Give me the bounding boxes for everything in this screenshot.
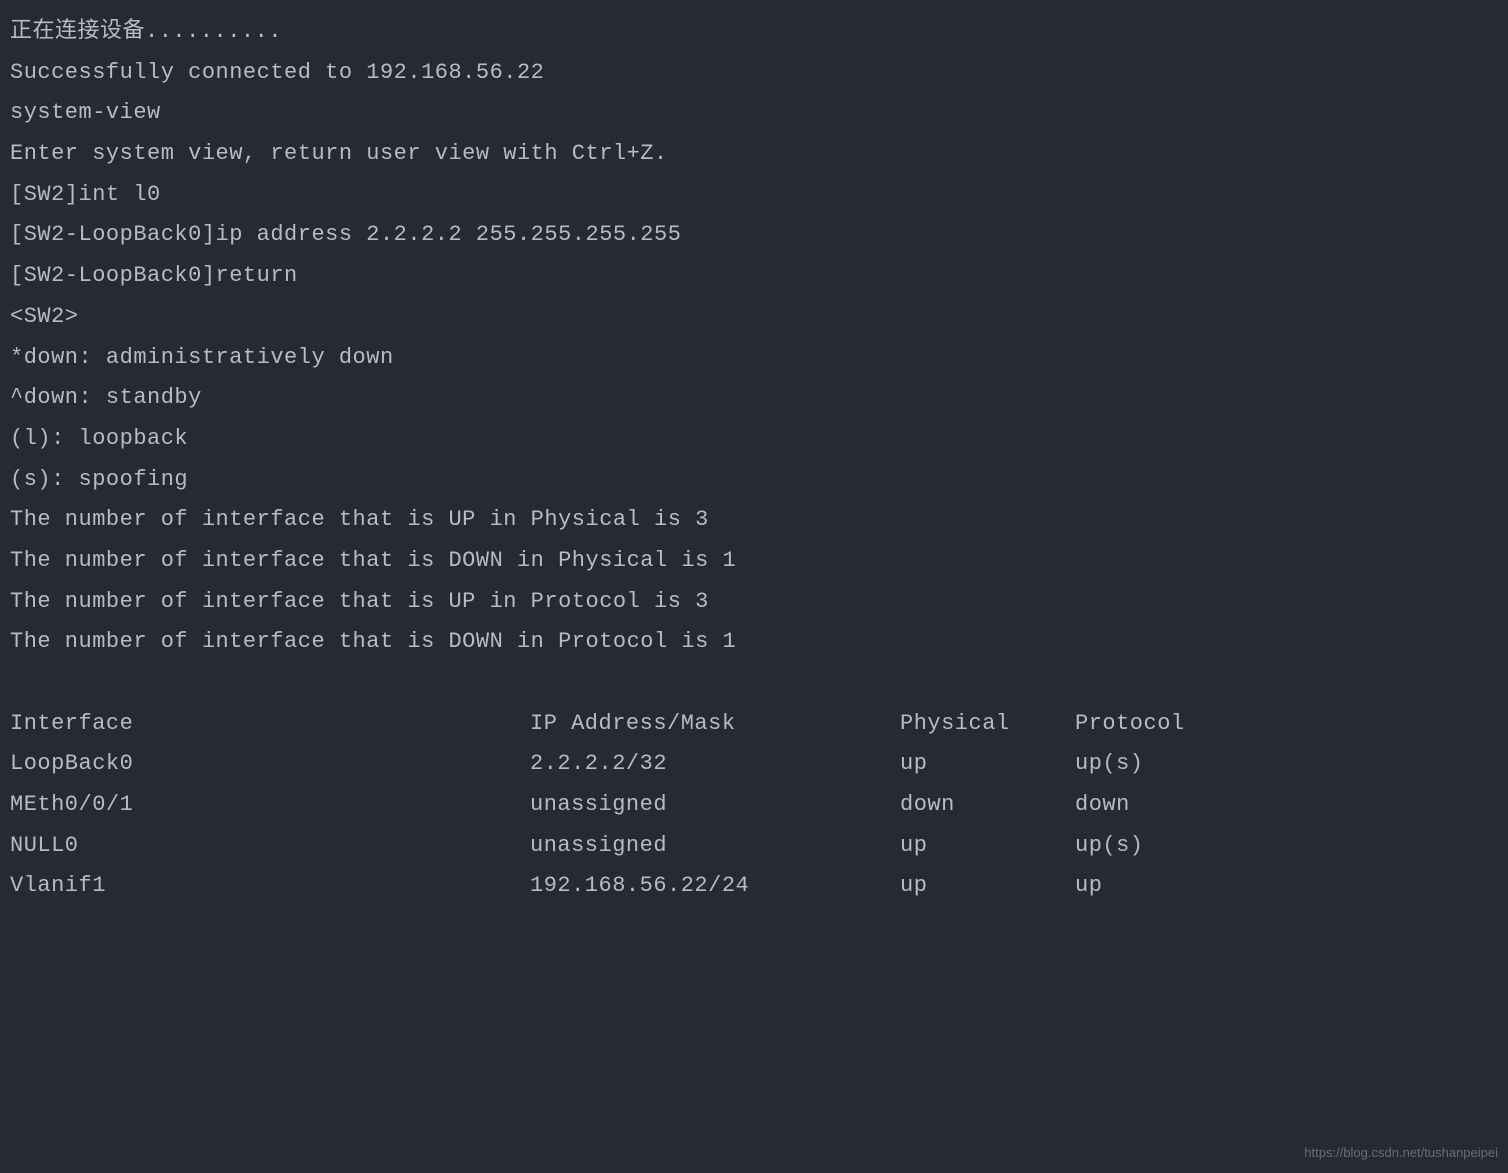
- system-view-line: system-view: [10, 93, 1498, 134]
- row-protocol: up(s): [1075, 744, 1498, 785]
- return-line: [SW2-LoopBack0]return: [10, 256, 1498, 297]
- blank-line: [10, 663, 1498, 704]
- header-protocol: Protocol: [1075, 704, 1498, 745]
- row-physical: up: [900, 826, 1075, 867]
- up-protocol-line: The number of interface that is UP in Pr…: [10, 582, 1498, 623]
- row-ip: unassigned: [530, 785, 900, 826]
- row-ip: unassigned: [530, 826, 900, 867]
- connecting-line: 正在连接设备..........: [10, 12, 1498, 53]
- header-interface: Interface: [10, 704, 530, 745]
- table-row: NULL0 unassigned up up(s): [10, 826, 1498, 867]
- standby-line: ^down: standby: [10, 378, 1498, 419]
- loopback-line: (l): loopback: [10, 419, 1498, 460]
- header-ip: IP Address/Mask: [530, 704, 900, 745]
- row-interface: MEth0/0/1: [10, 785, 530, 826]
- prompt-line: <SW2>: [10, 297, 1498, 338]
- row-physical: up: [900, 866, 1075, 907]
- row-ip: 192.168.56.22/24: [530, 866, 900, 907]
- connected-line: Successfully connected to 192.168.56.22: [10, 53, 1498, 94]
- up-physical-line: The number of interface that is UP in Ph…: [10, 500, 1498, 541]
- row-protocol: up: [1075, 866, 1498, 907]
- table-header: Interface IP Address/Mask Physical Proto…: [10, 704, 1498, 745]
- row-physical: down: [900, 785, 1075, 826]
- row-interface: LoopBack0: [10, 744, 530, 785]
- table-row: MEth0/0/1 unassigned down down: [10, 785, 1498, 826]
- watermark: https://blog.csdn.net/tushanpeipei: [1304, 1141, 1498, 1165]
- spoofing-line: (s): spoofing: [10, 460, 1498, 501]
- header-physical: Physical: [900, 704, 1075, 745]
- row-protocol: down: [1075, 785, 1498, 826]
- row-physical: up: [900, 744, 1075, 785]
- table-row: LoopBack0 2.2.2.2/32 up up(s): [10, 744, 1498, 785]
- table-row: Vlanif1 192.168.56.22/24 up up: [10, 866, 1498, 907]
- row-protocol: up(s): [1075, 826, 1498, 867]
- down-physical-line: The number of interface that is DOWN in …: [10, 541, 1498, 582]
- enter-view-line: Enter system view, return user view with…: [10, 134, 1498, 175]
- admin-down-line: *down: administratively down: [10, 338, 1498, 379]
- row-interface: NULL0: [10, 826, 530, 867]
- row-ip: 2.2.2.2/32: [530, 744, 900, 785]
- ip-address-line: [SW2-LoopBack0]ip address 2.2.2.2 255.25…: [10, 215, 1498, 256]
- row-interface: Vlanif1: [10, 866, 530, 907]
- down-protocol-line: The number of interface that is DOWN in …: [10, 622, 1498, 663]
- int-l0-line: [SW2]int l0: [10, 175, 1498, 216]
